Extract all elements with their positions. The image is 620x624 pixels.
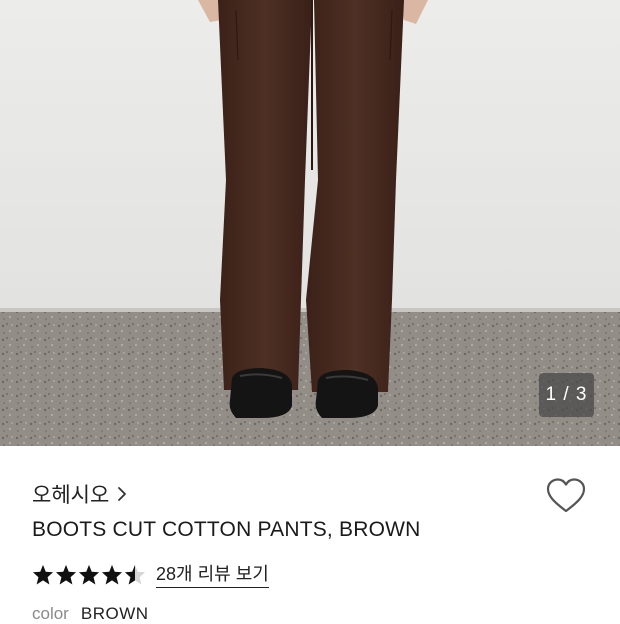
brand-link[interactable]: 오헤시오	[32, 479, 127, 509]
review-link[interactable]: 28개 리뷰 보기	[156, 560, 269, 588]
rating-row: 28개 리뷰 보기	[32, 560, 269, 588]
wishlist-heart-icon[interactable]	[546, 478, 586, 519]
star-icon	[78, 564, 100, 585]
star-icon	[32, 564, 54, 585]
brand-name: 오헤시오	[32, 484, 110, 507]
color-label: color	[32, 604, 69, 623]
product-photo[interactable]: 1 / 3	[0, 0, 620, 446]
color-value: BROWN	[80, 604, 149, 623]
right-pant-leg	[306, 0, 404, 392]
product-image	[0, 0, 620, 446]
star-icon	[55, 564, 77, 585]
star-rating	[32, 564, 146, 585]
star-icon	[101, 564, 123, 585]
chevron-right-icon	[117, 486, 127, 502]
left-pant-leg	[218, 0, 312, 390]
color-row: color BROWN	[32, 604, 149, 624]
product-info: 오헤시오 BOOTS CUT COTTON PANTS, BROWN 28개 리…	[0, 446, 620, 623]
half-star-icon	[124, 564, 146, 585]
product-title: BOOTS CUT COTTON PANTS, BROWN	[32, 518, 421, 541]
image-counter: 1 / 3	[539, 373, 594, 417]
